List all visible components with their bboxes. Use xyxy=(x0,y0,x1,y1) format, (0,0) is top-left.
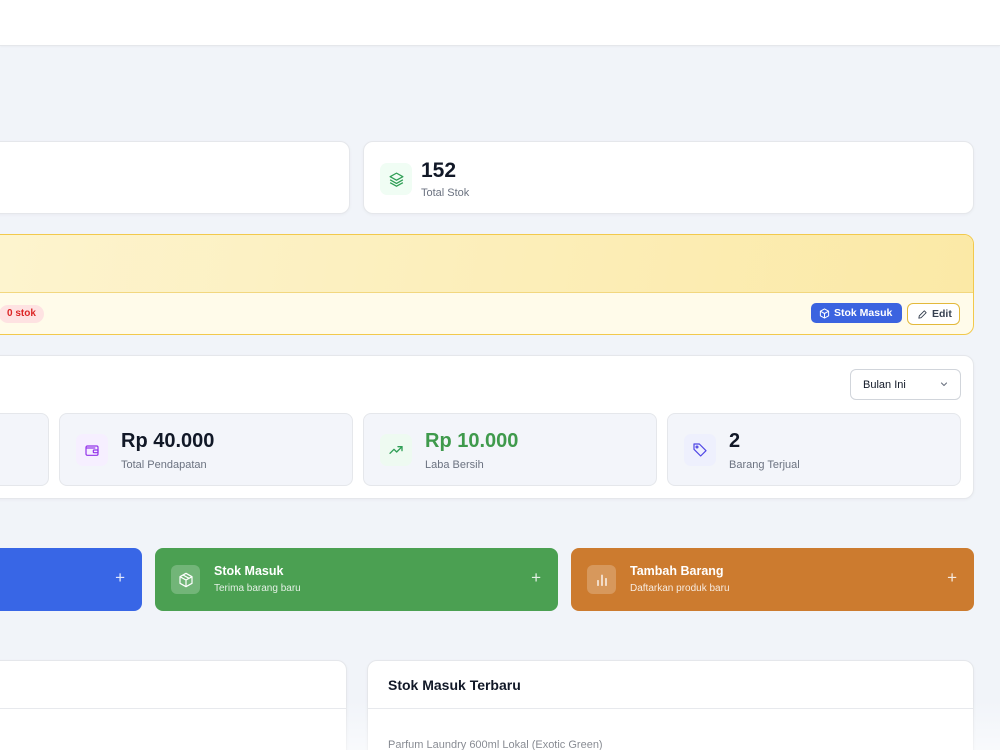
plus-icon: + xyxy=(947,568,957,587)
stat-card-partial xyxy=(0,141,350,214)
wallet-icon xyxy=(76,434,108,466)
total-stok-value: 152 xyxy=(421,159,457,182)
period-select[interactable]: Bulan Ini xyxy=(850,369,961,400)
sales-report-card: Bulan Ini Rp 40.000 Total Pendapatan Rp … xyxy=(0,355,974,499)
panel-divider xyxy=(368,708,973,709)
panel-title: Stok Masuk Terbaru xyxy=(388,677,521,693)
bar-chart-icon xyxy=(587,565,616,594)
chevron-down-icon xyxy=(940,382,948,387)
edit-button-label: Edit xyxy=(932,308,952,320)
quick-action-partial[interactable]: + xyxy=(0,548,142,611)
total-pendapatan-value: Rp 40.000 xyxy=(121,430,215,452)
stok-masuk-button[interactable]: Stok Masuk xyxy=(811,303,902,323)
report-card-total-pendapatan: Rp 40.000 Total Pendapatan xyxy=(59,413,353,486)
report-card-laba-bersih: Rp 10.000 Laba Bersih xyxy=(363,413,657,486)
top-navbar xyxy=(0,0,1000,46)
barang-terjual-value: 2 xyxy=(729,430,741,452)
box-icon xyxy=(819,307,830,319)
alert-header xyxy=(0,235,973,293)
recent-stock-in-panel: Stok Masuk Terbaru Parfum Laundry 600ml … xyxy=(367,660,974,750)
laba-bersih-value: Rp 10.000 xyxy=(425,430,519,452)
layers-icon xyxy=(380,163,412,195)
tag-icon xyxy=(684,434,716,466)
stat-card-total-stok: 152 Total Stok xyxy=(363,141,974,214)
report-card-barang-terjual: 2 Barang Terjual xyxy=(667,413,961,486)
low-stock-alert: 0 stok Stok Masuk Edit xyxy=(0,234,974,335)
tambah-barang-subtitle: Daftarkan produk baru xyxy=(630,583,730,594)
barang-terjual-label: Barang Terjual xyxy=(729,459,800,471)
alert-item-row: 0 stok Stok Masuk Edit xyxy=(0,293,973,334)
plus-icon: + xyxy=(115,568,125,587)
pencil-icon xyxy=(918,309,927,319)
quick-action-tambah-barang[interactable]: Tambah Barang Daftarkan produk baru + xyxy=(571,548,974,611)
stok-masuk-button-label: Stok Masuk xyxy=(834,307,893,319)
total-stok-label: Total Stok xyxy=(421,187,470,199)
panel-divider xyxy=(0,708,346,709)
quick-action-stok-masuk[interactable]: Stok Masuk Terima barang baru + xyxy=(155,548,558,611)
report-card-partial xyxy=(0,413,49,486)
edit-button[interactable]: Edit xyxy=(907,303,960,325)
stok-masuk-title: Stok Masuk xyxy=(214,564,284,578)
plus-icon: + xyxy=(531,568,541,587)
stok-masuk-subtitle: Terima barang baru xyxy=(214,583,301,594)
total-pendapatan-label: Total Pendapatan xyxy=(121,459,207,471)
tambah-barang-title: Tambah Barang xyxy=(630,564,724,578)
period-select-value: Bulan Ini xyxy=(863,378,906,391)
stock-badge: 0 stok xyxy=(0,305,44,323)
box-icon xyxy=(171,565,200,594)
trending-up-icon xyxy=(380,434,412,466)
recent-panel-left xyxy=(0,660,347,750)
list-item[interactable]: Parfum Laundry 600ml Lokal (Exotic Green… xyxy=(388,739,603,750)
laba-bersih-label: Laba Bersih xyxy=(425,459,484,471)
